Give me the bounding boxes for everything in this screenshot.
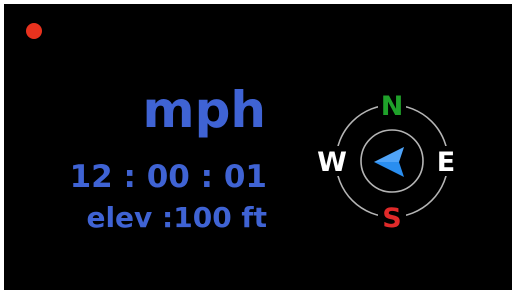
device-screen: mph 12 : 00 : 01 elev :100 ft N S W E	[4, 4, 512, 290]
compass-south-label: S	[382, 203, 401, 234]
compass-west-label: W	[317, 147, 347, 178]
compass-north-label: N	[381, 91, 404, 122]
recording-indicator-icon	[26, 23, 42, 39]
compass: N S W E	[315, 91, 469, 235]
speed-unit-label: mph	[142, 81, 267, 139]
navigation-arrow-highlight-icon	[374, 147, 404, 162]
compass-east-label: E	[437, 147, 455, 178]
compass-graphic: N S W E	[315, 91, 463, 234]
elevation-readout: elev :100 ft	[86, 201, 267, 234]
time-readout: 12 : 00 : 01	[69, 159, 267, 195]
